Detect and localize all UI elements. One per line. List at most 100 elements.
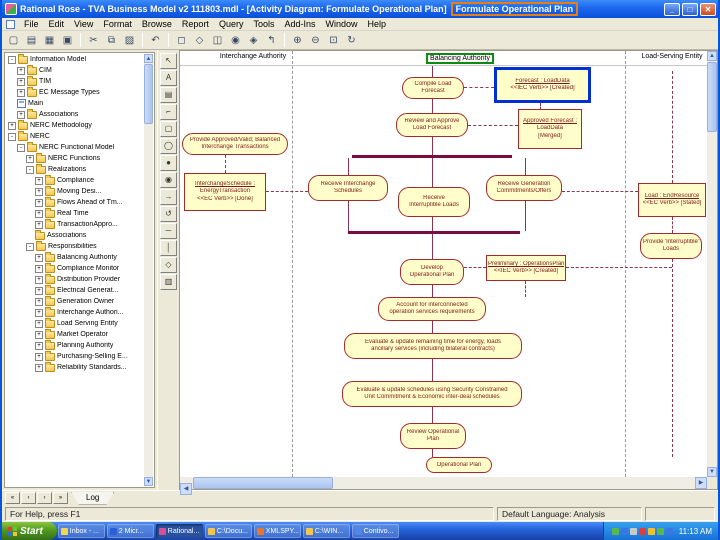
tree-item-nerc-functional-model[interactable]: - NERC Functional Model — [6, 141, 144, 153]
canvas-horizontal-scrollbar[interactable]: ◀ ▶ — [180, 477, 707, 495]
tree-item-moving-desi[interactable]: + Moving Desi... — [6, 185, 144, 197]
tree-expander[interactable]: + — [17, 88, 25, 97]
swimlane-label-interchange-authority[interactable]: Interchange Authority — [217, 53, 289, 60]
title-bar[interactable]: Rational Rose - TVA Business Model v2 11… — [2, 0, 718, 18]
tree-expander[interactable]: + — [35, 253, 43, 262]
menu-add-ins[interactable]: Add-Ins — [279, 18, 320, 31]
undo-icon[interactable]: ↶ — [147, 32, 164, 48]
activity-operational-plan[interactable]: Operational Plan — [426, 457, 492, 473]
print-icon[interactable]: ▣ — [59, 32, 76, 48]
tree-item-nerc-methodology[interactable]: + NERC Methodology — [6, 119, 144, 131]
tree-item-reliability-standards[interactable]: + Reliability Standards... — [6, 361, 144, 373]
taskbar-button-c-docu[interactable]: C:\Docu... — [204, 524, 252, 538]
scroll-thumb[interactable] — [144, 64, 153, 124]
taskbar-button-2-micr[interactable]: 2 Micr... — [106, 524, 154, 538]
tree-item-associations[interactable]: + Associations — [6, 108, 144, 120]
paste-icon[interactable]: ▨ — [121, 32, 138, 48]
tray-icon-0[interactable] — [611, 527, 619, 535]
menu-format[interactable]: Format — [98, 18, 137, 31]
new-icon[interactable]: ▢ — [5, 32, 22, 48]
activity-review-and-approve[interactable]: Review and Approve Load Forecast — [396, 113, 468, 137]
selection-tool-icon[interactable]: ↖ — [160, 53, 177, 69]
tree-expander[interactable]: + — [35, 363, 43, 372]
tab-scroll-button-2[interactable]: › — [37, 492, 52, 504]
scroll-right-arrow[interactable]: ▶ — [695, 477, 707, 489]
tree-expander[interactable]: + — [35, 198, 43, 207]
activity-tool-icon[interactable]: ◯ — [160, 138, 177, 154]
tree-item-electrical-generat[interactable]: + Electrical Generat... — [6, 284, 144, 296]
vertical-synchronization-tool-icon[interactable]: │ — [160, 240, 177, 256]
scroll-thumb[interactable] — [707, 62, 717, 132]
tree-expander[interactable]: + — [35, 341, 43, 350]
tree-expander[interactable]: - — [17, 143, 25, 152]
object-interchangeschedule[interactable]: InterchangeSchedule : EnergyTransaction <<… — [184, 173, 266, 211]
tree-item-balancing-authority[interactable]: + Balancing Authority — [6, 251, 144, 263]
decision-tool-icon[interactable]: ◇ — [160, 257, 177, 273]
zoom-out-icon[interactable]: ⊖ — [307, 32, 324, 48]
synchronization-bar-1[interactable] — [348, 231, 520, 234]
scroll-left-arrow[interactable]: ◀ — [180, 483, 192, 495]
open-icon[interactable]: ▤ — [23, 32, 40, 48]
tree-item-compliance[interactable]: + Compliance — [6, 174, 144, 186]
tree-item-planning-authority[interactable]: + Planning Authority — [6, 339, 144, 351]
taskbar-button-contivo[interactable]: Contivo... — [351, 524, 399, 538]
swimlane-label-balancing-authority[interactable]: Balancing Authority — [426, 53, 494, 64]
object-preliminary-operationsplan[interactable]: Preliminary : OperationsPlan <<IEC Verb>>… — [486, 255, 566, 281]
tree-item-nerc[interactable]: - NERC — [6, 130, 144, 142]
tree-item-information-model[interactable]: - Information Model — [6, 54, 144, 65]
tree-expander[interactable]: - — [8, 132, 16, 141]
tab-scroll-button-0[interactable]: « — [5, 492, 20, 504]
browse-interaction-diagram-icon[interactable]: ◇ — [191, 32, 208, 48]
maximize-button[interactable]: □ — [682, 2, 698, 16]
tree-expander[interactable]: + — [35, 220, 43, 229]
menu-report[interactable]: Report — [177, 18, 214, 31]
tree-expander[interactable]: + — [35, 176, 43, 185]
activity-provide-interruptible[interactable]: Provide 'Interruptible' Loads — [640, 233, 702, 259]
tree-expander[interactable]: + — [35, 297, 43, 306]
tree-expander[interactable]: + — [26, 154, 34, 163]
scroll-up-arrow[interactable]: ▲ — [144, 54, 153, 63]
close-button[interactable]: ✕ — [700, 2, 716, 16]
tree-item-ec-message-types[interactable]: + EC Message Types — [6, 86, 144, 98]
tray-icon-2[interactable] — [629, 527, 637, 535]
tree-item-generation-owner[interactable]: + Generation Owner — [6, 295, 144, 307]
tree-expander[interactable]: + — [17, 110, 25, 119]
tray-icon-3[interactable] — [638, 527, 646, 535]
taskbar-button-rational[interactable]: Rational... — [155, 524, 203, 538]
tree-expander[interactable]: - — [26, 242, 34, 251]
start-state-tool-icon[interactable]: ● — [160, 155, 177, 171]
zoom-in-icon[interactable]: ⊕ — [289, 32, 306, 48]
fit-in-window-icon[interactable]: ⊡ — [325, 32, 342, 48]
tree-expander[interactable]: + — [35, 275, 43, 284]
activity-evaluate-update-remaining-time-for-energy-loads[interactable]: Evaluate & update remaining time for ene… — [344, 333, 522, 359]
tree-expander[interactable]: + — [17, 77, 25, 86]
text-tool-icon[interactable]: A — [160, 70, 177, 86]
activity-receive-interchange[interactable]: Receive Interchange Schedules — [308, 175, 388, 201]
menu-browse[interactable]: Browse — [137, 18, 177, 31]
tree-item-responsibilities[interactable]: - Responsibilities — [6, 240, 144, 252]
tree-item-main[interactable]: Main — [6, 98, 144, 109]
tray-icon-1[interactable] — [620, 527, 628, 535]
copy-icon[interactable]: ⧉ — [103, 32, 120, 48]
activity-provide-approved-valid-balanced[interactable]: Provide Approved/Valid; Balanced Intercha… — [182, 133, 288, 155]
tree-expander[interactable]: + — [35, 319, 43, 328]
activity-review-operational[interactable]: Review Operational Plan — [400, 423, 466, 449]
note-tool-icon[interactable]: ▤ — [160, 87, 177, 103]
swimlane-tool-icon[interactable]: ▥ — [160, 274, 177, 290]
tree-expander[interactable]: + — [35, 264, 43, 273]
activity-account-for-interconnected[interactable]: Account for interconnected operation serv… — [378, 297, 486, 321]
tree-expander[interactable]: - — [8, 55, 16, 64]
tree-expander[interactable]: + — [35, 187, 43, 196]
refresh-icon[interactable]: ↻ — [343, 32, 360, 48]
browse-parent-icon[interactable]: ↰ — [263, 32, 280, 48]
diagram-canvas[interactable]: Interchange Authority Balancing Authority… — [180, 51, 707, 477]
taskbar-button-c-win[interactable]: C:\WIN... — [302, 524, 350, 538]
state-tool-icon[interactable]: ▢ — [160, 121, 177, 137]
cut-icon[interactable]: ✂ — [85, 32, 102, 48]
tree-expander[interactable]: + — [35, 308, 43, 317]
activity-evaluate-update-schedules-using-security-constrained[interactable]: Evaluate & update schedules using Securi… — [342, 381, 522, 407]
tree-item-nerc-functions[interactable]: + NERC Functions — [6, 152, 144, 164]
tree-item-distribution-provider[interactable]: + Distribution Provider — [6, 273, 144, 285]
tree-item-cim[interactable]: + CIM — [6, 64, 144, 76]
browse-deployment-diagram-icon[interactable]: ◈ — [245, 32, 262, 48]
